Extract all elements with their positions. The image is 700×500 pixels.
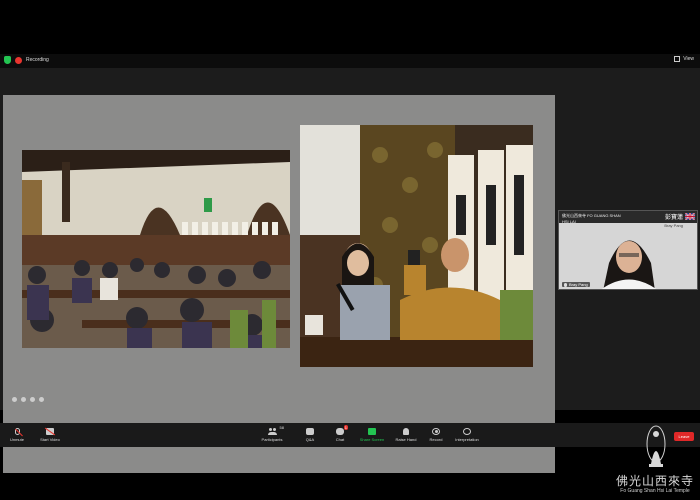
grid-view-icon (674, 56, 681, 62)
unmute-label: Unmute (9, 437, 24, 442)
watermark-english-name: Fo Guang Shan Hsi Lai Temple (620, 488, 690, 494)
recording-label: Recording (26, 57, 49, 63)
participant-video-thumbnail[interactable]: 佛光山西來寺 FO GUANG SHAN HSI LAI 彭寶蓮 Bray Pa… (558, 210, 698, 290)
meeting-controls-toolbar: Unmute Start Video 58 Participants Q&A 1… (0, 423, 700, 447)
temple-watermark: 佛光山西來寺 Fo Guang Shan Hsi Lai Temple (612, 424, 698, 500)
qa-icon (306, 428, 314, 435)
view-label: View (683, 56, 694, 62)
chat-bubble-icon: 1 (336, 425, 348, 435)
participant-video (559, 223, 697, 289)
participant-name-chinese: 彭寶蓮 (664, 215, 683, 221)
participants-count: 58 (279, 425, 284, 430)
recording-dot-icon (15, 56, 22, 64)
temple-logo-text: 佛光山西來寺 FO GUANG SHAN HSI LAI (562, 213, 621, 224)
microphone-muted-icon (14, 428, 20, 435)
chat-label: Chat (335, 437, 345, 442)
view-button[interactable]: View (674, 56, 694, 62)
record-icon (432, 428, 440, 435)
interpretation-button[interactable]: Interpretation (447, 428, 487, 442)
microphone-icon (564, 282, 567, 287)
pointer-tool-icon[interactable] (12, 397, 17, 402)
raise-hand-label: Raise Hand (395, 437, 417, 442)
pen-tool-icon[interactable] (21, 397, 26, 402)
speakers-image (300, 125, 533, 367)
uk-flag-icon (685, 213, 695, 220)
shield-icon[interactable] (4, 56, 11, 64)
interpretation-label: Interpretation (455, 437, 479, 442)
recording-indicator[interactable]: Recording (4, 56, 49, 64)
participants-button[interactable]: 58 Participants (252, 425, 292, 442)
share-screen-label: Share Screen (359, 437, 385, 442)
record-label: Record (429, 437, 443, 442)
participants-icon: 58 (268, 425, 284, 435)
raise-hand-icon (403, 428, 409, 435)
globe-icon (463, 428, 471, 435)
video-camera-off-icon (46, 428, 54, 435)
qa-label: Q&A (305, 437, 315, 442)
slide-photo-speakers (300, 125, 533, 367)
thumbnail-banner: 佛光山西來寺 FO GUANG SHAN HSI LAI 彭寶蓮 (559, 211, 697, 224)
watermark-chinese-name: 佛光山西來寺 (615, 474, 694, 488)
participant-image (559, 223, 697, 289)
participant-name-english: Bray Pang (664, 223, 683, 228)
share-screen-icon (368, 428, 376, 435)
participants-label: Participants (261, 437, 283, 442)
meeting-hall-image (22, 150, 290, 348)
participant-name-label: Bray Pang (569, 282, 588, 287)
start-video-label: Start Video (40, 437, 60, 442)
participant-name-tag: Bray Pang (562, 282, 590, 287)
buddha-statue-icon (646, 425, 666, 467)
chat-unread-badge: 1 (343, 425, 348, 430)
eraser-tool-icon[interactable] (30, 397, 35, 402)
meeting-top-bar: Recording View (0, 54, 700, 68)
start-video-button[interactable]: Start Video (30, 428, 70, 442)
more-tools-icon[interactable] (39, 397, 44, 402)
slide-annotation-tools (12, 397, 44, 402)
slide-photo-meeting-hall (22, 150, 290, 348)
